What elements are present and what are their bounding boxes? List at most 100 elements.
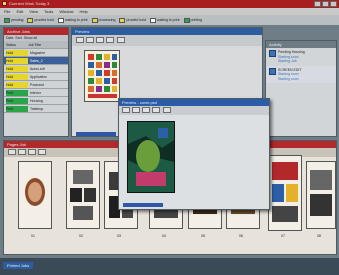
center-preview-header: Preview — [72, 28, 262, 35]
menu-item[interactable]: Tools — [44, 9, 53, 14]
status-label: Hold — [6, 81, 28, 88]
menu-item[interactable]: Help — [80, 9, 88, 14]
job-title: Application — [30, 74, 48, 79]
status-tab[interactable]: printing — [183, 17, 202, 23]
page-label: 03 — [117, 234, 121, 238]
activity-item[interactable]: SCREEN EDIT Starting soon Starting soon — [266, 65, 336, 83]
status-tab[interactable]: processing — [91, 17, 115, 23]
preview-window-title: Preview - cover.psd — [119, 99, 269, 106]
toolbar-button[interactable] — [116, 37, 125, 43]
table-row[interactable]: Print Tabletop — [4, 105, 68, 113]
toolbar-button[interactable] — [8, 149, 16, 155]
page-label: 01 — [31, 234, 35, 238]
page-spread[interactable] — [18, 161, 52, 229]
page-thumbnail[interactable] — [84, 50, 120, 102]
status-label: Print — [6, 97, 28, 104]
toolbar-button[interactable] — [28, 149, 37, 155]
job-icon — [269, 67, 276, 75]
page-graphic — [272, 162, 298, 222]
table-header: Status Job Title — [4, 41, 68, 49]
printed-jobs-tab[interactable]: Printed Jobs — [3, 262, 34, 269]
table-row[interactable]: Hold Postcard — [4, 81, 68, 89]
minimize-button[interactable] — [314, 1, 321, 7]
job-title: Interior — [30, 90, 41, 95]
page-label: 06 — [239, 234, 243, 238]
job-title: Postcard — [30, 82, 44, 87]
status-tab[interactable]: proofed hold — [27, 17, 54, 23]
page-spread[interactable] — [66, 161, 100, 229]
toolbar-button[interactable] — [106, 37, 115, 43]
menu-item[interactable]: Window — [59, 9, 73, 14]
page-spread[interactable] — [306, 161, 336, 229]
toolbar-button[interactable] — [122, 107, 130, 113]
toolbar-button[interactable] — [76, 37, 84, 43]
toolbar-button[interactable] — [96, 37, 105, 43]
job-title: Sales_2 — [30, 58, 43, 63]
status-tab[interactable]: waiting to print — [149, 17, 180, 23]
toolbar-button[interactable]: Show all — [24, 36, 37, 40]
preview-graphic — [128, 122, 174, 192]
toolbar-button[interactable] — [86, 37, 95, 43]
page-graphic — [70, 170, 96, 220]
activity-subtitle: Starting Job — [278, 59, 297, 63]
toolbar-button[interactable] — [132, 107, 141, 113]
status-swatch — [91, 17, 98, 23]
table-row[interactable]: Hold Application — [4, 73, 68, 81]
activity-panel: Activity Pending Housing Starting soon S… — [265, 40, 337, 137]
job-icon — [269, 50, 276, 57]
table-row[interactable]: Print Housing — [4, 97, 68, 105]
status-tab[interactable]: pending — [4, 17, 23, 23]
app-title: Connect Work Today 3 — [9, 1, 50, 6]
status-filter-row: pending proofed hold waiting to print pr… — [0, 15, 339, 25]
toolbar-button[interactable]: Date — [6, 36, 13, 40]
scroll-progress — [76, 132, 116, 136]
table-row[interactable]: Print Interior — [4, 89, 68, 97]
status-tab[interactable]: waiting to print — [57, 17, 88, 23]
activity-text: SCREEN EDIT Starting soon Starting soon — [278, 68, 302, 82]
close-button[interactable] — [330, 1, 337, 7]
preview-window: Preview - cover.psd — [118, 98, 270, 210]
status-swatch — [4, 17, 10, 23]
archive-jobs-header: Archive Jobs — [4, 28, 68, 35]
column-header[interactable]: Job Title — [28, 43, 41, 47]
toolbar-button[interactable] — [18, 149, 27, 155]
status-label: Print — [6, 89, 28, 96]
activity-item[interactable]: Pending Housing Starting soon Starting J… — [266, 48, 336, 66]
column-header[interactable]: Status — [4, 43, 28, 47]
job-title: Housing — [30, 98, 43, 103]
menu-item[interactable]: View — [29, 9, 38, 14]
title-bar: Connect Work Today 3 — [0, 0, 339, 8]
activity-text: Pending Housing Starting soon Starting J… — [278, 50, 305, 64]
preview-window-toolbar — [119, 106, 269, 115]
archive-jobs-panel: Archive Jobs Date Sort Show all Status J… — [3, 27, 69, 137]
status-swatch — [183, 17, 190, 23]
status-tab[interactable]: proofed hold — [119, 17, 146, 23]
status-label: Print — [6, 105, 28, 112]
page-label: 08 — [317, 234, 321, 238]
toolbar-button[interactable] — [142, 107, 151, 113]
maximize-button[interactable] — [322, 1, 329, 7]
activity-subtitle: Starting soon — [278, 76, 299, 81]
menu-bar: File Edit View Tools Window Help — [0, 8, 339, 15]
window-controls — [314, 1, 337, 7]
preview-toolbar — [72, 35, 262, 46]
status-label: Hold — [6, 73, 28, 80]
toolbar-button[interactable] — [152, 107, 161, 113]
page-label: 07 — [281, 234, 285, 238]
page-spread[interactable] — [268, 155, 302, 231]
toolbar-button[interactable] — [162, 107, 171, 113]
table-row-selected[interactable]: Hold Sales_2 — [4, 57, 68, 65]
menu-item[interactable]: Edit — [16, 9, 23, 14]
toolbar-button[interactable] — [38, 149, 47, 155]
table-row[interactable]: Hold Magazine — [4, 49, 68, 57]
status-swatch — [57, 17, 64, 23]
bottom-bar: Printed Jobs — [0, 258, 339, 275]
page-label: 04 — [162, 234, 166, 238]
table-row[interactable]: Hold Autos.sdf — [4, 65, 68, 73]
job-title: Magazine — [30, 50, 46, 55]
toolbar-button[interactable]: Sort — [15, 36, 21, 40]
job-title: Autos.sdf — [30, 66, 45, 71]
menu-item[interactable]: File — [4, 9, 10, 14]
activity-subtitle: Starting soon — [278, 72, 299, 76]
page-graphic — [25, 178, 45, 206]
